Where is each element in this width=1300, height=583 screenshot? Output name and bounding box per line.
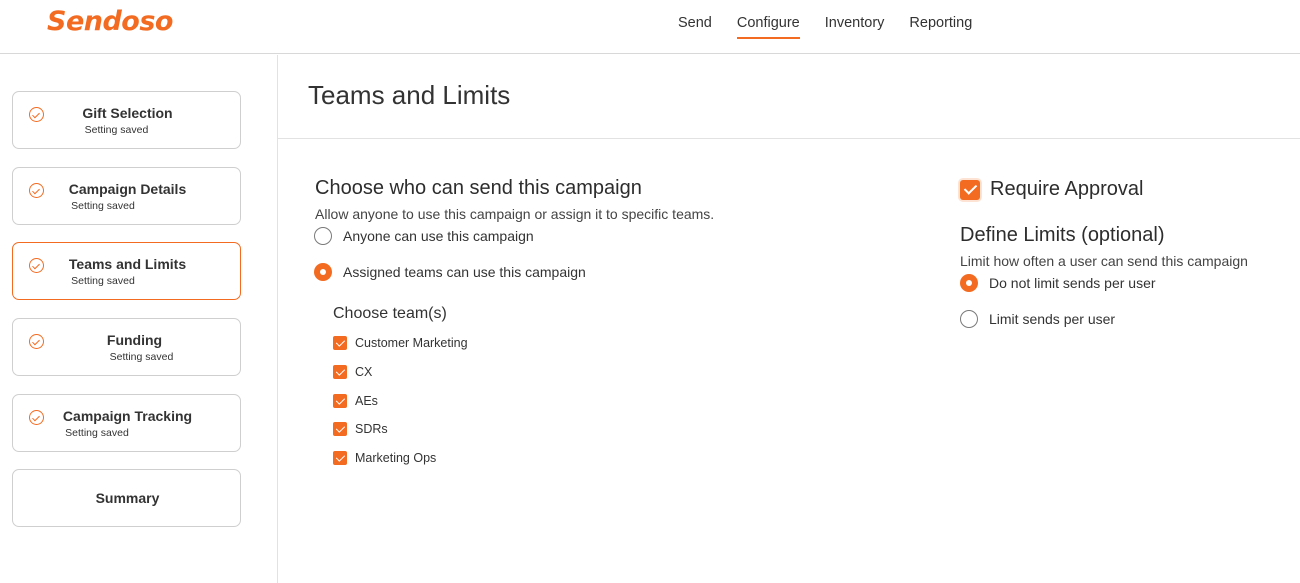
require-approval-checkbox[interactable]: Require Approval [960,178,1143,201]
nav-inventory[interactable]: Inventory [825,15,885,39]
team-checkbox-cx[interactable]: CX [333,365,372,379]
step-status: Setting saved [71,275,135,287]
team-label: AEs [355,394,378,408]
step-title: Summary [95,490,160,506]
team-checkbox-marketing-ops[interactable]: Marketing Ops [333,451,436,465]
step-status: Setting saved [65,427,129,439]
radio-button-selected[interactable] [960,274,978,292]
team-label: SDRs [355,422,388,436]
step-gift-selection[interactable]: Gift Selection Setting saved [12,91,241,149]
radio-label: Do not limit sends per user [989,275,1156,291]
who-can-send-description: Allow anyone to use this campaign or ass… [315,206,715,222]
divider [278,138,1300,139]
define-limits-heading: Define Limits (optional) [960,224,1165,246]
checkbox-checked-icon[interactable] [333,336,347,350]
checkbox-checked-icon[interactable] [960,179,980,200]
step-campaign-details[interactable]: Campaign Details Setting saved [12,167,241,225]
top-bar: Sendoso Send Configure Inventory Reporti… [0,0,1300,54]
step-summary[interactable]: Summary [12,469,241,527]
checkbox-checked-icon[interactable] [333,394,347,408]
checkbox-checked-icon[interactable] [333,365,347,379]
team-checkbox-customer-marketing[interactable]: Customer Marketing [333,336,468,350]
team-label: Marketing Ops [355,451,437,465]
step-funding[interactable]: Funding Setting saved [12,318,241,376]
step-title: Teams and Limits [68,256,187,272]
checkbox-checked-icon[interactable] [333,422,347,436]
step-title: Campaign Tracking [62,408,193,424]
sendoso-logo[interactable]: Sendoso [47,6,173,37]
radio-label: Limit sends per user [989,311,1116,327]
who-can-send-heading: Choose who can send this campaign [315,177,642,199]
require-approval-label: Require Approval [990,178,1144,200]
step-status: Setting saved [71,200,135,212]
radio-assigned-teams[interactable]: Assigned teams can use this campaign [314,263,586,281]
radio-button-selected[interactable] [314,263,332,281]
step-status: Setting saved [84,124,149,136]
step-status: Setting saved [109,351,174,363]
main-nav: Send Configure Inventory Reporting [678,15,997,39]
team-label: Customer Marketing [355,336,468,350]
checkbox-checked-icon[interactable] [333,451,347,465]
define-limits-description: Limit how often a user can send this cam… [960,253,1248,269]
page-title: Teams and Limits [308,80,511,110]
team-label: CX [355,365,373,379]
team-checkbox-sdrs[interactable]: SDRs [333,422,388,436]
steps-sidebar: Gift Selection Setting saved Campaign Det… [0,55,278,583]
radio-limit-sends[interactable]: Limit sends per user [960,310,1115,328]
nav-configure[interactable]: Configure [736,15,800,39]
team-checkbox-aes[interactable]: AEs [333,394,378,408]
nav-send[interactable]: Send [678,15,712,39]
step-title: Gift Selection [82,105,173,121]
radio-button[interactable] [960,310,978,328]
radio-button[interactable] [314,227,332,245]
radio-no-limit[interactable]: Do not limit sends per user [960,274,1156,292]
choose-teams-heading: Choose team(s) [333,305,447,322]
step-campaign-tracking[interactable]: Campaign Tracking Setting saved [12,394,241,452]
radio-anyone[interactable]: Anyone can use this campaign [314,227,534,245]
radio-label: Anyone can use this campaign [343,228,534,244]
step-title: Campaign Details [68,181,187,197]
nav-reporting[interactable]: Reporting [909,15,972,39]
radio-label: Assigned teams can use this campaign [343,264,586,280]
step-title: Funding [106,332,163,348]
step-teams-and-limits[interactable]: Teams and Limits Setting saved [12,242,241,300]
